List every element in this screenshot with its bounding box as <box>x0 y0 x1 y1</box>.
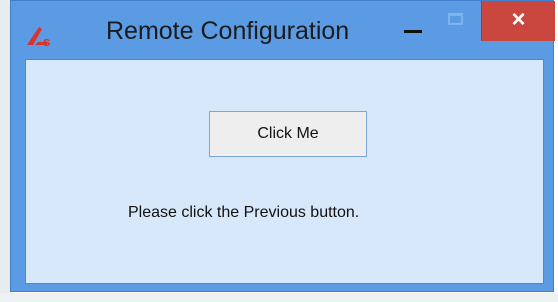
title-bar[interactable]: s Remote Configuration × <box>11 1 555 63</box>
instruction-label: Please click the Previous button. <box>128 204 360 221</box>
close-icon: × <box>511 6 526 33</box>
minimize-button[interactable] <box>398 11 428 41</box>
close-button[interactable]: × <box>481 1 555 41</box>
client-area: Click Me Please click the Previous butto… <box>25 59 544 284</box>
maximize-icon <box>448 13 463 25</box>
click-me-button[interactable]: Click Me <box>209 111 367 157</box>
app-logo-icon: s <box>25 23 55 49</box>
desktop-bottom-edge <box>0 293 558 302</box>
maximize-button[interactable] <box>443 7 469 33</box>
svg-text:s: s <box>43 34 50 47</box>
minimize-icon <box>404 30 422 33</box>
window-title: Remote Configuration <box>106 17 350 45</box>
remote-configuration-window: s Remote Configuration × Click Me Please… <box>10 0 555 292</box>
